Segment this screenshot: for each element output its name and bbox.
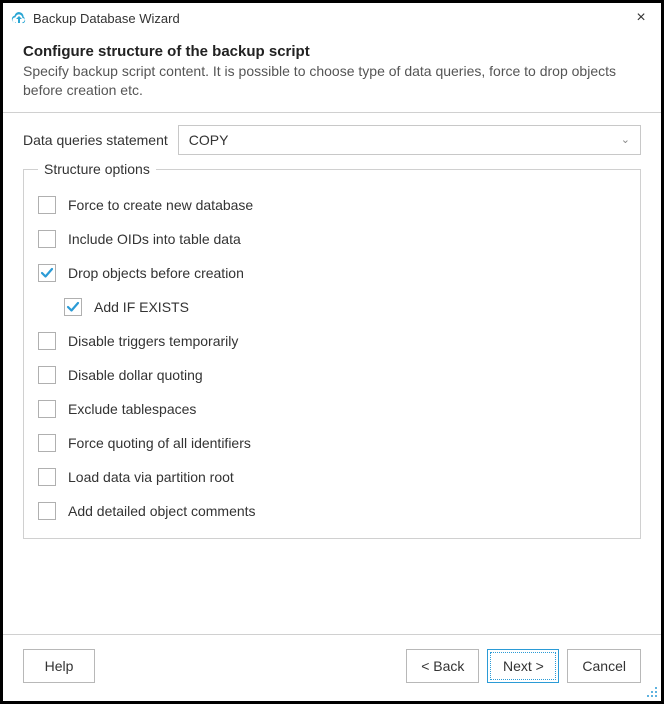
content: Data queries statement COPY ⌄ Structure … [3, 113, 661, 624]
structure-option-label: Add detailed object comments [68, 503, 256, 519]
structure-option[interactable]: Load data via partition root [38, 460, 626, 494]
structure-option[interactable]: Drop objects before creation [38, 256, 626, 290]
structure-option[interactable]: Disable triggers temporarily [38, 324, 626, 358]
next-button[interactable]: Next > [487, 649, 559, 683]
structure-option-label: Exclude tablespaces [68, 401, 196, 417]
close-icon[interactable]: × [629, 9, 653, 27]
checkbox-icon[interactable] [64, 298, 82, 316]
checkbox-icon[interactable] [38, 332, 56, 350]
structure-options-fieldset: Structure options Force to create new da… [23, 169, 641, 539]
data-queries-label: Data queries statement [23, 132, 168, 148]
structure-option-label: Disable triggers temporarily [68, 333, 238, 349]
structure-option[interactable]: Force to create new database [38, 188, 626, 222]
structure-option[interactable]: Exclude tablespaces [38, 392, 626, 426]
structure-option[interactable]: Add IF EXISTS [38, 290, 626, 324]
checkbox-icon[interactable] [38, 434, 56, 452]
footer: Help < Back Next > Cancel [3, 634, 661, 701]
structure-option-label: Add IF EXISTS [94, 299, 189, 315]
help-button[interactable]: Help [23, 649, 95, 683]
checkbox-icon[interactable] [38, 400, 56, 418]
page-title: Configure structure of the backup script [23, 43, 641, 60]
data-queries-row: Data queries statement COPY ⌄ [23, 125, 641, 155]
window-title: Backup Database Wizard [33, 11, 629, 26]
structure-option-label: Load data via partition root [68, 469, 234, 485]
data-queries-value: COPY [189, 132, 621, 148]
page-subtitle: Specify backup script content. It is pos… [23, 62, 641, 100]
header: Configure structure of the backup script… [3, 33, 661, 113]
titlebar: Backup Database Wizard × [3, 3, 661, 33]
checkbox-icon[interactable] [38, 366, 56, 384]
checkbox-icon[interactable] [38, 230, 56, 248]
resize-grip-icon[interactable] [644, 684, 658, 698]
checkbox-icon[interactable] [38, 468, 56, 486]
structure-option[interactable]: Include OIDs into table data [38, 222, 626, 256]
checkbox-icon[interactable] [38, 196, 56, 214]
chevron-down-icon: ⌄ [621, 133, 630, 146]
checkbox-icon[interactable] [38, 264, 56, 282]
structure-options-legend: Structure options [38, 161, 156, 177]
checkbox-icon[interactable] [38, 502, 56, 520]
structure-option-label: Disable dollar quoting [68, 367, 203, 383]
data-queries-select[interactable]: COPY ⌄ [178, 125, 641, 155]
structure-option-label: Include OIDs into table data [68, 231, 241, 247]
back-button[interactable]: < Back [406, 649, 479, 683]
structure-option-label: Drop objects before creation [68, 265, 244, 281]
structure-option-label: Force to create new database [68, 197, 253, 213]
structure-option-label: Force quoting of all identifiers [68, 435, 251, 451]
wizard-window: Backup Database Wizard × Configure struc… [0, 0, 664, 704]
structure-option[interactable]: Force quoting of all identifiers [38, 426, 626, 460]
cloud-upload-icon [11, 10, 27, 26]
structure-option[interactable]: Add detailed object comments [38, 494, 626, 528]
cancel-button[interactable]: Cancel [567, 649, 641, 683]
structure-option[interactable]: Disable dollar quoting [38, 358, 626, 392]
